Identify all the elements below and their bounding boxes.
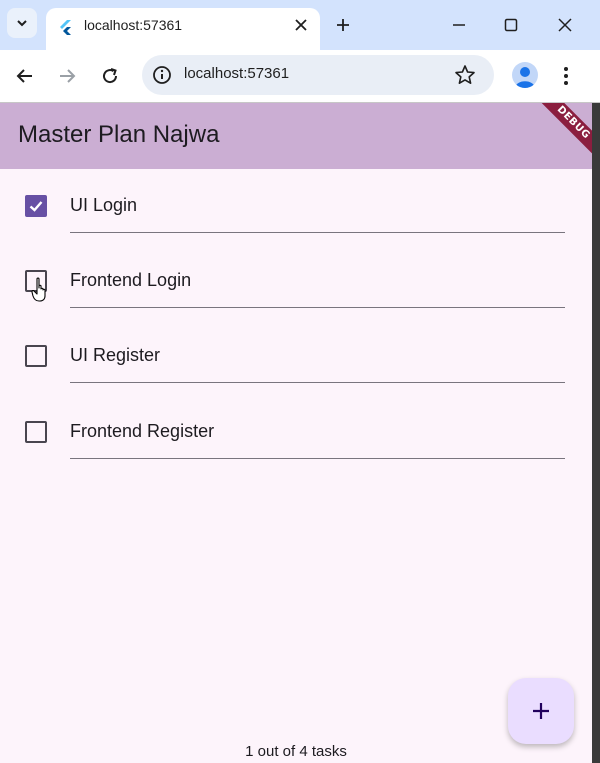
arrow-right-icon [60, 69, 76, 83]
chevron-down-icon [17, 20, 27, 27]
task-item: UI Login [0, 169, 592, 244]
profile-avatar[interactable] [512, 62, 538, 88]
task-count-footer: 1 out of 4 tasks [245, 743, 347, 760]
maximize-icon [504, 18, 518, 32]
close-icon [295, 19, 307, 31]
tab-close-button[interactable] [290, 14, 312, 36]
window-edge [592, 103, 600, 763]
add-task-button[interactable] [508, 678, 574, 744]
minimize-icon [453, 24, 465, 26]
window-close-button[interactable] [550, 12, 580, 38]
browser-window: localhost:57361 localhost:57361 Master P… [0, 0, 600, 763]
star-icon[interactable] [454, 64, 476, 86]
check-icon [29, 201, 43, 212]
address-bar[interactable]: localhost:57361 [142, 55, 494, 95]
task-input-underline [70, 458, 565, 459]
debug-banner: DEBUG [521, 103, 592, 175]
task-input-underline [70, 307, 565, 308]
back-button[interactable] [11, 62, 39, 90]
task-checkbox[interactable] [25, 421, 47, 443]
task-item: Frontend Register [0, 395, 592, 470]
browser-tab[interactable]: localhost:57361 [46, 8, 320, 50]
task-checkbox[interactable] [25, 195, 47, 217]
hand-cursor-icon [31, 277, 46, 302]
person-icon [515, 67, 535, 88]
task-item: UI Register [0, 319, 592, 394]
info-icon[interactable] [152, 65, 172, 85]
page-title: Master Plan Najwa [18, 121, 220, 148]
task-label[interactable]: UI Login [70, 195, 137, 216]
tab-title: localhost:57361 [84, 17, 183, 33]
forward-button[interactable] [53, 62, 81, 90]
task-item: Frontend Login [0, 244, 592, 319]
plus-icon [337, 19, 349, 31]
task-checkbox[interactable] [25, 345, 47, 367]
task-input-underline [70, 232, 565, 233]
task-label[interactable]: Frontend Register [70, 421, 214, 442]
flutter-icon [60, 20, 71, 35]
add-icon [533, 703, 549, 719]
close-icon [558, 18, 572, 32]
app-viewport: Master Plan Najwa DEBUG UI Login Fronten… [0, 103, 592, 763]
tab-strip: localhost:57361 [0, 0, 600, 50]
new-tab-button[interactable] [330, 12, 356, 38]
app-bar: Master Plan Najwa DEBUG [0, 103, 592, 175]
arrow-left-icon [16, 69, 32, 83]
reload-button[interactable] [96, 62, 124, 90]
more-vertical-icon [564, 67, 568, 85]
browser-toolbar: localhost:57361 [0, 50, 600, 102]
address-text: localhost:57361 [184, 65, 290, 82]
task-label[interactable]: Frontend Login [70, 270, 191, 291]
maximize-button[interactable] [496, 12, 526, 38]
browser-menu-button[interactable] [556, 62, 576, 90]
task-label[interactable]: UI Register [70, 345, 160, 366]
minimize-button[interactable] [444, 12, 474, 38]
task-input-underline [70, 382, 565, 383]
tab-search-button[interactable] [7, 8, 37, 38]
reload-icon [103, 68, 118, 84]
